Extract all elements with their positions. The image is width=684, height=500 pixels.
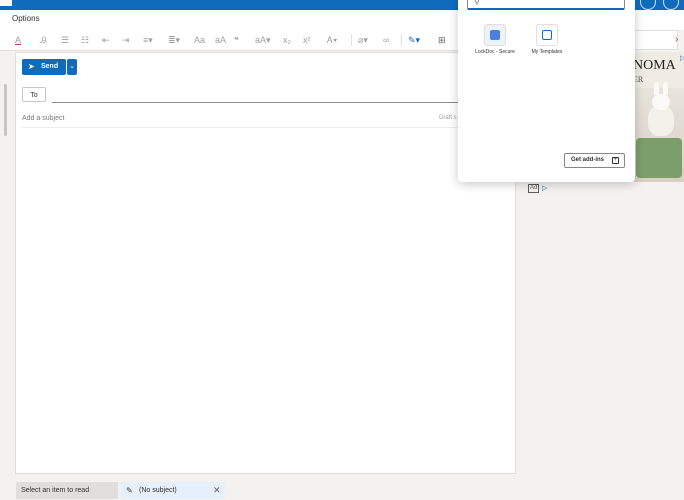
decrease-indent-icon[interactable]: ⇤ (102, 35, 110, 45)
settings-icon[interactable] (640, 0, 656, 10)
subject-input[interactable]: Add a subject (22, 115, 64, 122)
bottom-tabs: Select an item to read ✎ (No subject) ✕ (0, 482, 684, 500)
styles-icon[interactable]: Ꭺ▾ (327, 35, 337, 45)
rtl-icon[interactable]: aA (215, 35, 226, 45)
signature-icon[interactable]: ✎▾ (408, 35, 420, 45)
subscript-icon[interactable]: x₂ (283, 35, 291, 45)
alignment-icon[interactable]: ≣▾ (168, 35, 180, 45)
reading-pane-box[interactable]: › (634, 30, 678, 50)
search-icon: ⚲ (474, 0, 480, 6)
send-label: Send (41, 63, 59, 70)
clear-formatting-icon[interactable]: Ꭿ (40, 35, 47, 45)
addins-flyout: ⚲ LockDoc - Secure My Templates Get add-… (458, 0, 635, 182)
to-button[interactable]: To (22, 87, 46, 102)
tab-reading[interactable]: Select an item to read (16, 482, 118, 499)
attach-icon[interactable]: ⌀▾ (358, 35, 368, 45)
store-icon: + (612, 157, 619, 164)
ad-image (634, 82, 684, 182)
increase-indent-icon[interactable]: ⇥ (122, 35, 130, 45)
get-addins-button[interactable]: Get add-ins + (564, 153, 625, 168)
tab-reading-label: Select an item to read (21, 487, 90, 494)
account-avatar[interactable] (663, 0, 679, 10)
adchoices-icon[interactable]: ▷ (680, 54, 684, 62)
addin-label: LockDoc - Secure (475, 49, 515, 55)
pencil-icon: ✎ (126, 486, 133, 495)
app-launcher-fragment[interactable] (0, 0, 12, 6)
chevron-right-icon[interactable]: › (675, 34, 678, 45)
tab-draft-label: (No subject) (139, 487, 177, 494)
subject-divider (22, 127, 512, 128)
paragraph-icon[interactable]: ≡▾ (143, 35, 153, 45)
addins-search-input[interactable]: ⚲ (467, 0, 625, 10)
font-size-icon[interactable]: aA▾ (255, 35, 271, 45)
advertisement[interactable]: NOMA ER ▷ (634, 52, 684, 182)
font-color-icon[interactable]: A (15, 35, 21, 45)
link-icon[interactable]: ∞ (383, 35, 389, 45)
draft-status: Draft s (439, 115, 457, 121)
ad-brand-line2: ER (634, 75, 644, 84)
addin-label: My Templates (531, 49, 563, 55)
numbering-icon[interactable]: ☷ (81, 35, 89, 45)
tab-draft[interactable]: ✎ (No subject) ✕ (121, 482, 225, 499)
bullets-icon[interactable]: ☰ (61, 35, 69, 45)
send-options-chevron-icon[interactable]: ⌄ (67, 59, 77, 75)
send-button[interactable]: ➤ Send (22, 59, 66, 75)
ad-label: Ad (528, 184, 540, 193)
quote-icon[interactable]: ❝ (234, 35, 239, 45)
tab-options[interactable]: Options (12, 14, 40, 23)
scrollbar[interactable] (4, 84, 7, 136)
apps-icon[interactable]: ⊞ (438, 35, 446, 45)
to-field[interactable] (52, 102, 512, 103)
ad-brand: NOMA (634, 58, 676, 73)
close-icon[interactable]: ✕ (213, 482, 221, 499)
superscript-icon[interactable]: x² (303, 35, 311, 45)
compose-pane: ➤ Send ⌄ To Add a subject Draft s (15, 52, 516, 474)
send-icon: ➤ (28, 62, 35, 71)
get-addins-label: Get add-ins (571, 157, 605, 163)
template-icon (536, 24, 558, 46)
lock-icon (484, 24, 506, 46)
ltr-icon[interactable]: Aa (194, 35, 205, 45)
adchoices-icon[interactable]: ▷ (542, 184, 547, 192)
